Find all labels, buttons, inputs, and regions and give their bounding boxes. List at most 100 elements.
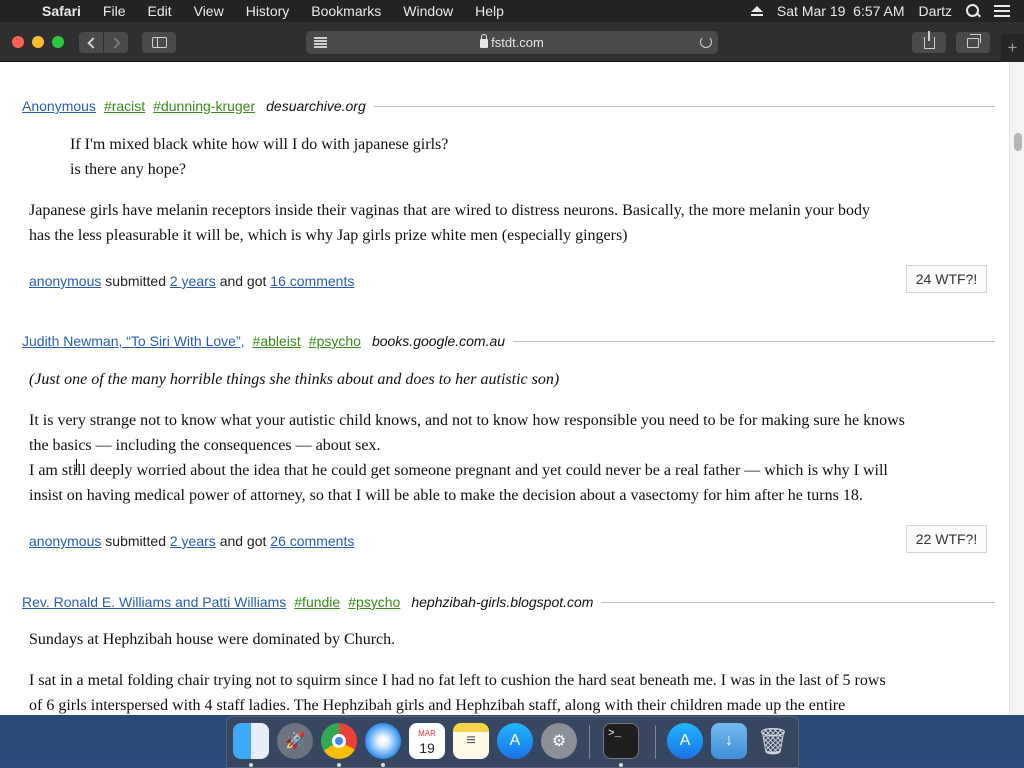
comments-link[interactable]: 26 comments bbox=[270, 533, 354, 549]
tag-link[interactable]: #ableist bbox=[253, 333, 301, 349]
post-body: Japanese girls have melanin receptors in… bbox=[29, 198, 989, 248]
menu-app-name[interactable]: Safari bbox=[40, 3, 92, 19]
safari-icon[interactable]: ✦ bbox=[365, 723, 401, 759]
finder-icon[interactable] bbox=[233, 723, 269, 759]
running-indicator bbox=[249, 763, 253, 767]
calendar-month: MAR bbox=[418, 729, 436, 738]
tag-link[interactable]: #fundie bbox=[294, 594, 340, 610]
chrome-icon[interactable] bbox=[321, 723, 357, 759]
zoom-window-button[interactable] bbox=[52, 36, 64, 48]
dock-separator bbox=[655, 725, 656, 759]
menu-window[interactable]: Window bbox=[392, 3, 464, 19]
submitter-link[interactable]: anonymous bbox=[29, 273, 101, 289]
tab-overview-button[interactable] bbox=[956, 32, 990, 53]
comments-link[interactable]: 16 comments bbox=[270, 273, 354, 289]
body-line: has the less pleasurable it will be, whi… bbox=[29, 227, 628, 244]
tag-link[interactable]: #psycho bbox=[348, 594, 400, 610]
reload-icon[interactable] bbox=[700, 36, 712, 48]
app-store-icon[interactable]: A bbox=[497, 723, 533, 759]
divider bbox=[373, 105, 995, 107]
dock: 🚀 ✦ MAR 19 ≡ A ⚙ >_ A ↓ 🗑 bbox=[226, 716, 799, 768]
tag-link[interactable]: #racist bbox=[104, 98, 145, 114]
post-quote: If I'm mixed black white how will I do w… bbox=[70, 132, 448, 182]
minimize-window-button[interactable] bbox=[32, 36, 44, 48]
safari-window: fstdt.com + Anonymous #racist #dunning-k… bbox=[0, 22, 1024, 715]
tag-link[interactable]: #dunning-kruger bbox=[153, 98, 255, 114]
terminal-icon[interactable]: >_ bbox=[603, 723, 639, 759]
back-button[interactable] bbox=[79, 32, 103, 53]
menu-bar: Safari File Edit View History Bookmarks … bbox=[0, 0, 1024, 22]
system-preferences-icon[interactable]: ⚙ bbox=[541, 723, 577, 759]
address-bar[interactable]: fstdt.com bbox=[306, 31, 718, 54]
meta-text: submitted bbox=[105, 273, 166, 289]
browser-toolbar: fstdt.com + bbox=[0, 22, 1024, 62]
menu-bookmarks[interactable]: Bookmarks bbox=[300, 3, 392, 19]
calendar-icon[interactable]: MAR 19 bbox=[409, 723, 445, 759]
menu-file[interactable]: File bbox=[92, 3, 137, 19]
divider bbox=[513, 340, 995, 342]
running-indicator bbox=[381, 763, 385, 767]
app-store-folder-icon[interactable]: A bbox=[667, 723, 703, 759]
wtf-vote-button[interactable]: 22 WTF?! bbox=[906, 525, 987, 553]
share-icon bbox=[923, 30, 935, 49]
tabs-icon bbox=[967, 33, 981, 48]
post-meta: anonymous submitted 2 years and got 26 c… bbox=[29, 533, 354, 549]
quote-line: is there any hope? bbox=[70, 161, 186, 178]
body-line: the basics — including the consequences … bbox=[29, 437, 381, 454]
quote-line: If I'm mixed black white how will I do w… bbox=[70, 136, 449, 153]
body-line: insist on having medical power of attorn… bbox=[29, 487, 863, 504]
menu-user[interactable]: Dartz bbox=[919, 3, 952, 19]
launchpad-icon[interactable]: 🚀 bbox=[277, 723, 313, 759]
forward-button[interactable] bbox=[104, 32, 128, 53]
spotlight-search-icon[interactable] bbox=[966, 4, 980, 18]
post-source: desuarchive.org bbox=[266, 98, 366, 114]
submitter-link[interactable]: anonymous bbox=[29, 533, 101, 549]
post-author-link[interactable]: Rev. Ronald E. Williams and Patti Willia… bbox=[22, 594, 286, 610]
post-author-link[interactable]: Judith Newman, “To Siri With Love”, bbox=[22, 333, 245, 349]
post-source: hephzibah-girls.blogspot.com bbox=[411, 594, 594, 610]
dock-separator bbox=[589, 725, 590, 759]
trash-icon[interactable]: 🗑 bbox=[755, 723, 791, 759]
menu-help[interactable]: Help bbox=[464, 3, 515, 19]
running-indicator bbox=[619, 763, 623, 767]
lock-icon bbox=[480, 34, 489, 48]
menu-edit[interactable]: Edit bbox=[136, 3, 182, 19]
close-window-button[interactable] bbox=[12, 36, 24, 48]
tag-link[interactable]: #psycho bbox=[309, 333, 361, 349]
post-body: I sat in a metal folding chair trying no… bbox=[29, 668, 989, 715]
menu-view[interactable]: View bbox=[183, 3, 235, 19]
calendar-day: 19 bbox=[419, 740, 435, 756]
share-button[interactable] bbox=[912, 30, 946, 53]
menu-history[interactable]: History bbox=[235, 3, 301, 19]
notification-center-icon[interactable] bbox=[994, 5, 1010, 17]
post-author-link[interactable]: Anonymous bbox=[22, 98, 96, 114]
post-age-link[interactable]: 2 years bbox=[170, 273, 216, 289]
post-body: It is very strange not to know what your… bbox=[29, 408, 989, 508]
page-content: Anonymous #racist #dunning-kruger desuar… bbox=[0, 62, 1009, 715]
body-line: Japanese girls have melanin receptors in… bbox=[29, 202, 870, 219]
sidebar-icon bbox=[151, 37, 167, 48]
scrollbar-thumb[interactable] bbox=[1014, 133, 1022, 151]
eject-icon[interactable] bbox=[750, 6, 763, 16]
downloads-folder-icon[interactable]: ↓ bbox=[711, 723, 747, 759]
post-first-line: Sundays at Hephzibah house were dominate… bbox=[29, 631, 396, 648]
running-indicator bbox=[337, 763, 341, 767]
new-tab-button[interactable]: + bbox=[1001, 34, 1024, 62]
text-cursor-icon bbox=[76, 459, 82, 472]
wtf-vote-button[interactable]: 24 WTF?! bbox=[906, 265, 987, 293]
post-age-link[interactable]: 2 years bbox=[170, 533, 216, 549]
sidebar-toggle-button[interactable] bbox=[142, 32, 176, 53]
notes-icon[interactable]: ≡ bbox=[453, 723, 489, 759]
post-intro: (Just one of the many horrible things sh… bbox=[29, 371, 560, 388]
vertical-scrollbar[interactable] bbox=[1009, 62, 1024, 715]
body-line: of 6 girls interspersed with 4 staff lad… bbox=[29, 697, 846, 714]
reader-view-icon[interactable] bbox=[314, 37, 327, 48]
body-line: It is very strange not to know what your… bbox=[29, 412, 905, 429]
post-header: Judith Newman, “To Siri With Love”, #abl… bbox=[22, 331, 995, 351]
url-text[interactable]: fstdt.com bbox=[491, 35, 544, 50]
menu-clock[interactable]: Sat Mar 19 6:57 AM bbox=[777, 3, 905, 19]
post-meta: anonymous submitted 2 years and got 16 c… bbox=[29, 273, 354, 289]
body-line: I am still deeply worried about the idea… bbox=[29, 462, 888, 479]
post-header: Anonymous #racist #dunning-kruger desuar… bbox=[22, 96, 995, 116]
meta-text: and got bbox=[219, 273, 267, 289]
